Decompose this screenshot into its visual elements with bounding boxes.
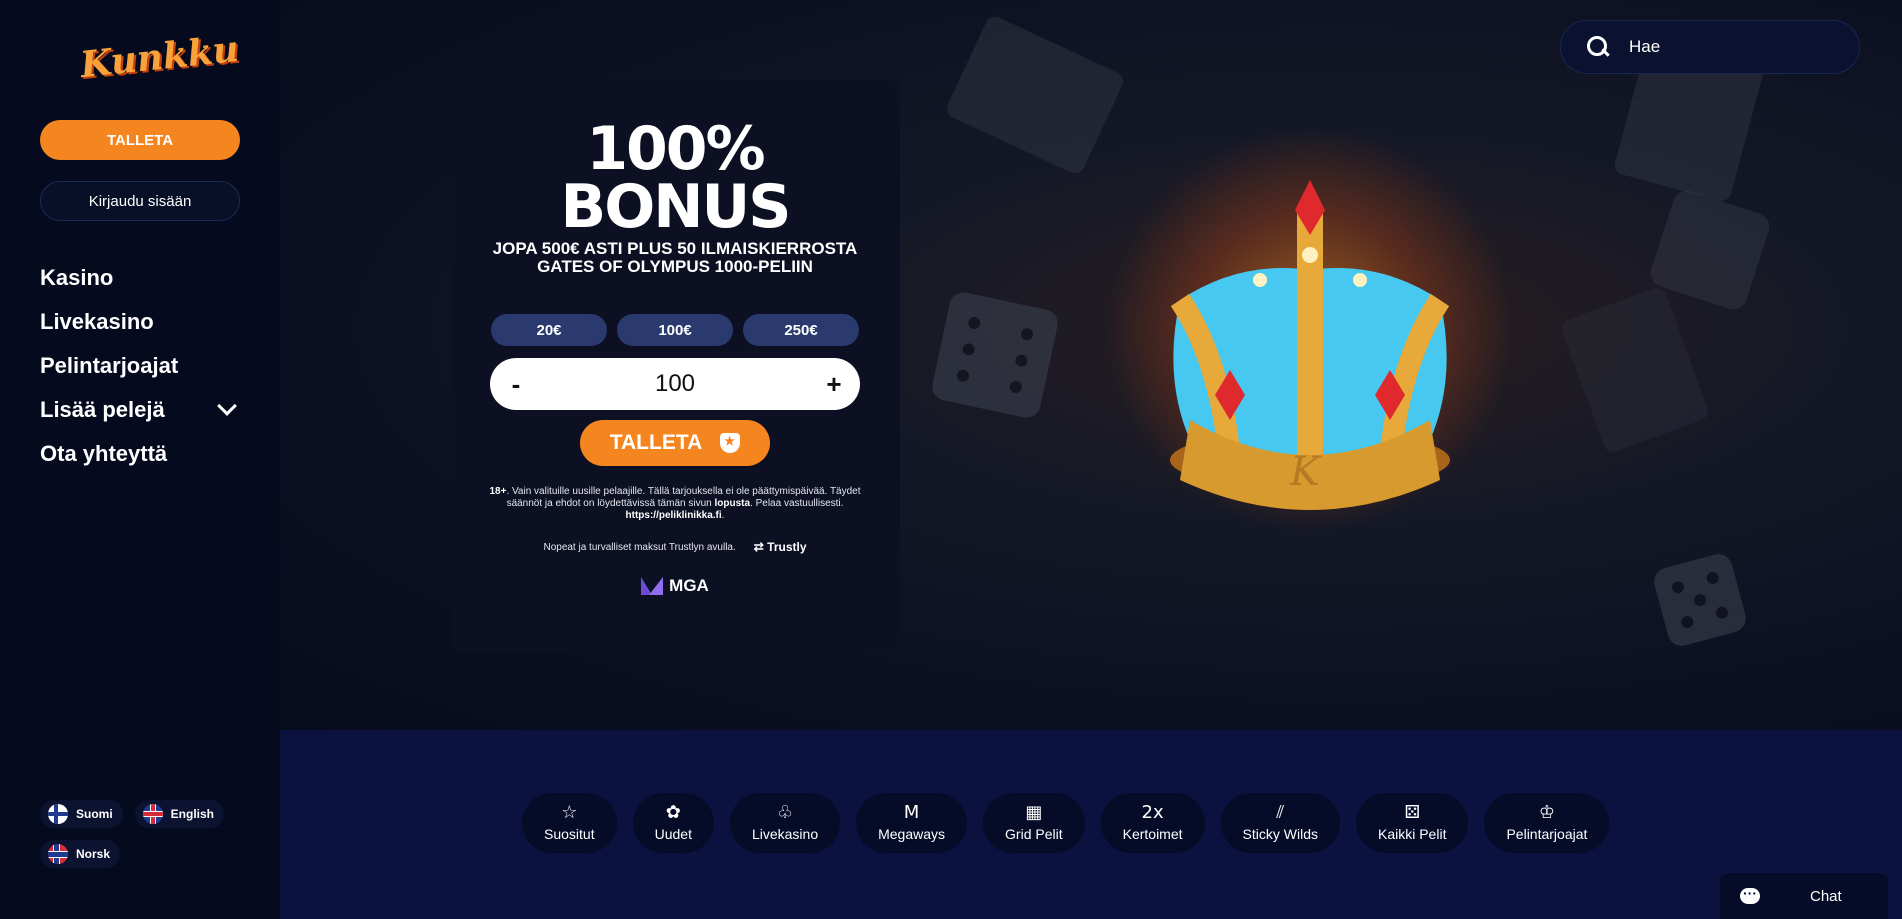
bonus-headline: 100% BONUS [450,114,900,242]
category-suositut[interactable]: ☆ Suositut [522,793,617,853]
chat-bubble-icon [1740,885,1760,904]
finland-flag-icon [48,804,68,824]
megaways-icon: M [903,802,920,823]
mga-badge: MGA [450,576,900,596]
terms-link[interactable]: lopusta [714,498,750,509]
search-input[interactable] [1629,37,1829,57]
amount-value[interactable]: 100 [655,370,695,398]
dice-decoration [1651,551,1749,649]
svg-text:K: K [1289,449,1322,495]
category-megaways[interactable]: M Megaways [856,793,968,853]
dice-decoration [929,289,1061,421]
language-suomi[interactable]: Suomi [40,800,123,828]
bonus-panel: 100% BONUS JOPA 500€ ASTI PLUS 50 ILMAIS… [450,80,900,652]
game-categories: ☆ Suositut ✿ Uudet ♧ Livekasino M Megaways ▦… [522,793,1610,853]
increment-button[interactable]: + [824,369,844,400]
decrement-button[interactable]: - [506,369,526,400]
nav-item-livekasino[interactable]: Livekasino [40,300,240,344]
bonus-subtitle: JOPA 500€ ASTI PLUS 50 ILMAISKIERROSTA G… [492,239,858,276]
trustly-logo: ⇄ Trustly [753,540,807,554]
bonus-word: BONUS [560,172,792,242]
provider-icon: ♔ [1538,802,1555,823]
search-bar[interactable] [1560,20,1860,74]
amount-250-button[interactable]: 250€ [743,314,859,346]
category-kaikki-pelit[interactable]: ⚄ Kaikki Pelit [1355,793,1469,853]
category-livekasino[interactable]: ♧ Livekasino [729,793,841,853]
peliklinikka-link[interactable]: https://peliklinikka.fi [626,510,722,521]
amount-100-button[interactable]: 100€ [617,314,733,346]
trustly-icon: ⇄ [753,540,768,554]
nav-item-kasino[interactable]: Kasino [40,256,240,300]
terms-fine-print: 18+. Vain valituille uusille pelaajille.… [489,486,861,521]
category-sticky-wilds[interactable]: ⫽ Sticky Wilds [1220,793,1340,853]
language-norsk[interactable]: Norsk [40,840,121,868]
nav-item-more-games[interactable]: Lisää pelejä [40,388,240,432]
grid-icon: ▦ [1025,802,1043,823]
badge-icon: ✿ [665,802,681,823]
sidebar: Kunkku TALLETA Kirjaudu sisään Kasino Li… [0,0,280,919]
nav-item-pelintarjoajat[interactable]: Pelintarjoajat [40,344,240,388]
main-nav: Kasino Livekasino Pelintarjoajat Lisää p… [40,256,240,476]
claw-icon: ⫽ [1276,802,1285,823]
crown-illustration: K [1170,180,1450,510]
playing-card-decoration [943,13,1127,177]
search-icon[interactable] [1587,36,1609,58]
login-button[interactable]: Kirjaudu sisään [40,181,240,221]
category-uudet[interactable]: ✿ Uudet [632,793,714,853]
playing-card-decoration [1559,285,1711,455]
dice-icon: ⚄ [1404,802,1421,823]
trustly-row: Nopeat ja turvalliset maksut Trustlyn av… [543,540,807,554]
kunkku-logo[interactable]: Kunkku [78,28,240,86]
mga-logo-icon [641,577,664,595]
category-pelintarjoajat[interactable]: ♔ Pelintarjoajat [1484,793,1610,853]
chat-button[interactable]: Chat [1720,873,1888,919]
uk-flag-icon [142,804,163,824]
amount-presets: 20€ 100€ 250€ [450,314,900,346]
chevron-down-icon[interactable] [217,396,237,416]
sidebar-deposit-button[interactable]: TALLETA [40,120,240,160]
star-icon: ☆ [561,802,578,823]
language-english[interactable]: English [134,800,225,828]
category-grid-pelit[interactable]: ▦ Grid Pelit [983,793,1085,853]
multiplier-icon: 2x [1141,802,1164,823]
nav-item-contact[interactable]: Ota yhteyttä [40,432,240,476]
cards-icon: ♧ [776,802,794,823]
amount-20-button[interactable]: 20€ [491,314,607,346]
amount-stepper: - 100 + [490,358,860,410]
norway-flag-icon [48,844,68,864]
bonus-percent: 100% [586,114,765,184]
language-selector: Suomi English Norsk [40,800,240,868]
shield-icon [720,433,741,453]
bonus-deposit-button[interactable]: TALLETA [580,420,770,466]
category-kertoimet[interactable]: 2x Kertoimet [1100,793,1205,853]
